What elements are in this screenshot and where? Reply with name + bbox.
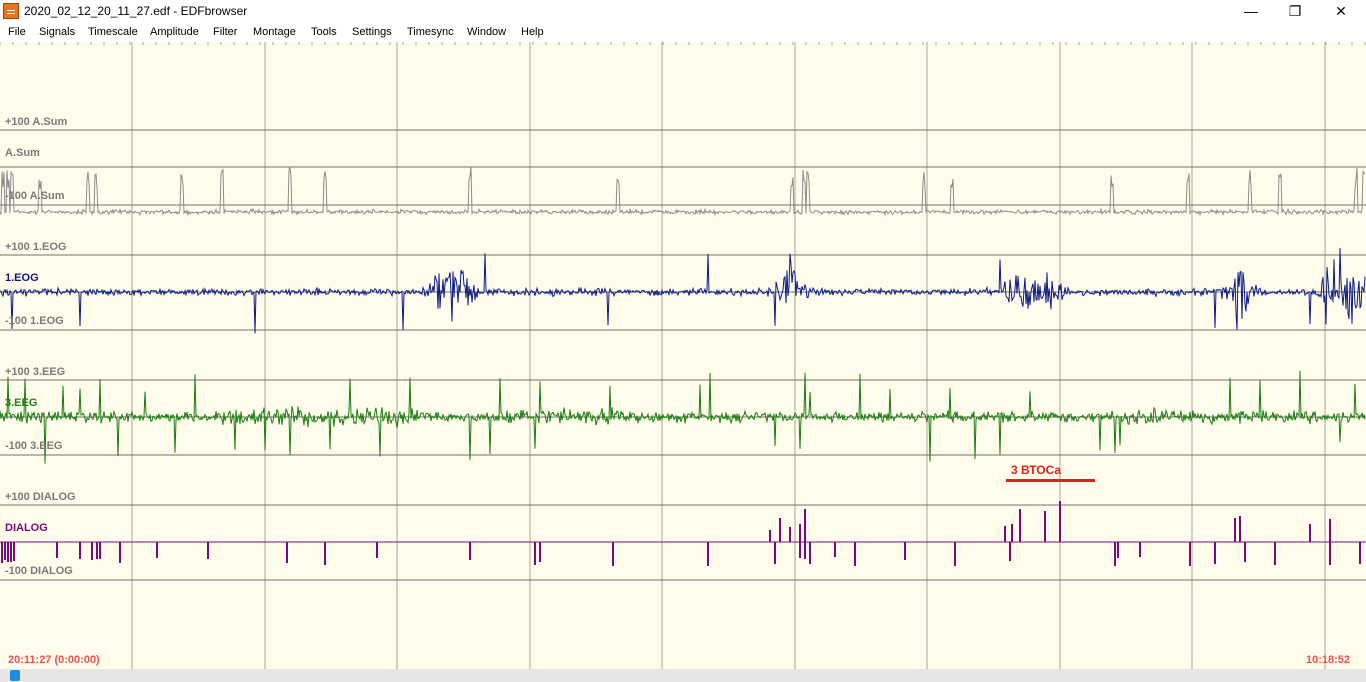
close-button[interactable]: ✕: [1318, 0, 1364, 22]
eog-name-label: 1.EOG: [5, 272, 39, 284]
start-time-label: 20:11:27 (0:00:00): [8, 654, 100, 666]
eeg-name-label: 3.EEG: [5, 397, 38, 409]
horizontal-scrollbar[interactable]: [0, 669, 1366, 682]
asum-trace: [0, 166, 1366, 217]
menu-settings[interactable]: Settings: [352, 26, 392, 38]
maximize-button[interactable]: ❐: [1272, 0, 1318, 22]
menu-bar: File Signals Timescale Amplitude Filter …: [0, 22, 1366, 42]
window-title: 2020_02_12_20_11_27.edf - EDFbrowser: [24, 4, 248, 18]
menu-filter[interactable]: Filter: [213, 26, 237, 38]
menu-window[interactable]: Window: [467, 26, 506, 38]
menu-timesync[interactable]: Timesync: [407, 26, 454, 38]
asum-top-label: +100 A.Sum: [5, 116, 68, 128]
menu-signals[interactable]: Signals: [39, 26, 75, 38]
dialog-bottom-label: -100 DIALOG: [5, 565, 73, 577]
asum-bottom-label: -100 A.Sum: [5, 190, 65, 202]
eeg-top-label: +100 3.EEG: [5, 366, 66, 378]
eog-bottom-label: -100 1.EOG: [5, 315, 64, 327]
app-icon: [3, 3, 19, 19]
menu-amplitude[interactable]: Amplitude: [150, 26, 199, 38]
menu-help[interactable]: Help: [521, 26, 544, 38]
minimize-button[interactable]: —: [1228, 0, 1274, 22]
annotation-label[interactable]: 3 ВТОСа: [1011, 463, 1061, 477]
eog-top-label: +100 1.EOG: [5, 241, 67, 253]
eog-trace: [0, 247, 1366, 334]
dialog-name-label: DIALOG: [5, 522, 48, 534]
signal-traces: [0, 42, 1366, 669]
asum-name-label: A.Sum: [5, 147, 40, 159]
eeg-bottom-label: -100 3.EEG: [5, 440, 63, 452]
menu-tools[interactable]: Tools: [311, 26, 337, 38]
annotation-marker[interactable]: [1006, 479, 1095, 482]
scrollbar-thumb[interactable]: [10, 670, 20, 681]
signal-plot-area[interactable]: +100 A.Sum A.Sum -100 A.Sum +100 1.EOG 1…: [0, 42, 1366, 669]
menu-file[interactable]: File: [8, 26, 26, 38]
title-bar: 2020_02_12_20_11_27.edf - EDFbrowser — ❐…: [0, 0, 1366, 22]
menu-montage[interactable]: Montage: [253, 26, 296, 38]
dialog-top-label: +100 DIALOG: [5, 491, 76, 503]
menu-timescale[interactable]: Timescale: [88, 26, 138, 38]
end-time-label: 10:18:52: [1306, 654, 1351, 666]
